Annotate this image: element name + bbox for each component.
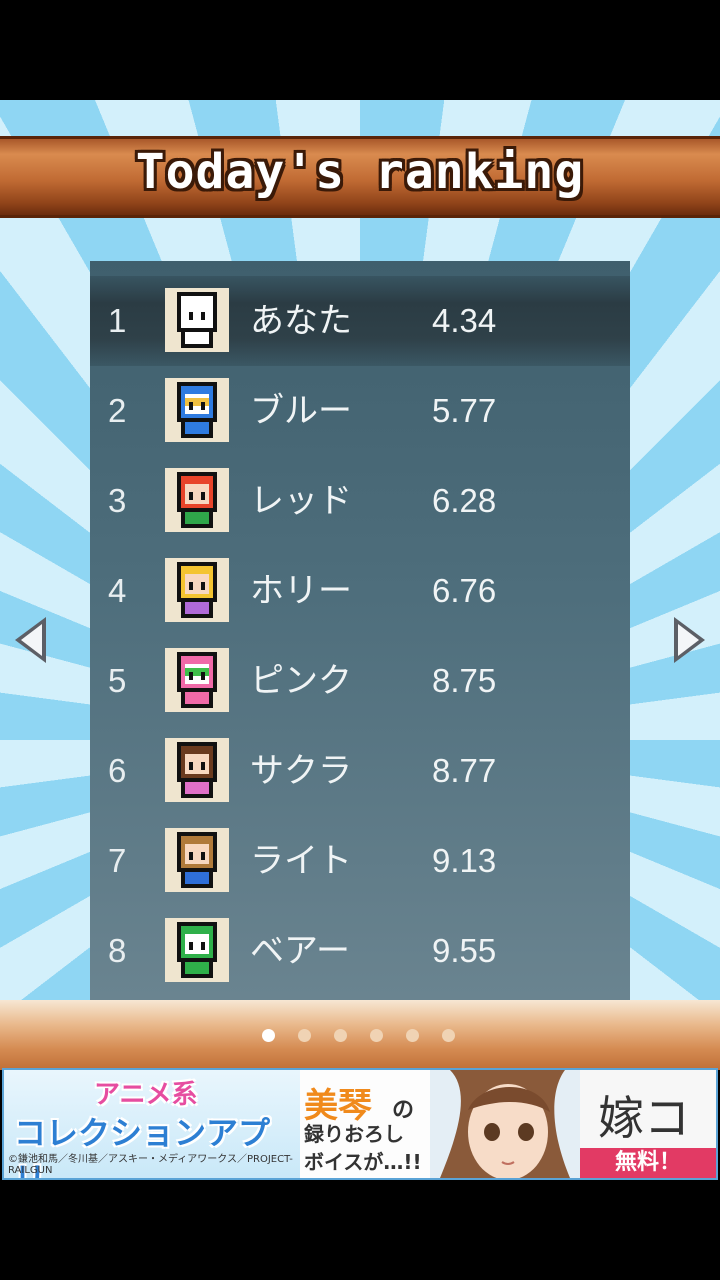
ad-free-badge: 無料！ (580, 1148, 716, 1178)
status-bar-area (0, 0, 720, 100)
page-dot[interactable] (262, 1029, 275, 1042)
ranking-row: 4 ホリー 6.76 (90, 546, 630, 636)
rank-number: 5 (108, 662, 127, 699)
ranking-row: 3 レッド 6.28 (90, 456, 630, 546)
ad-line1: アニメ系 (94, 1080, 198, 1110)
ranking-screen: Today's ranking 1 あなた 4.34 2 ブルー 5.77 3 レッド 6.28… (0, 100, 720, 1070)
player-name: あなた (250, 301, 352, 341)
page-dot[interactable] (370, 1029, 383, 1042)
player-name: サクラ (250, 751, 352, 791)
player-name: ライト (250, 841, 352, 881)
player-time: 6.28 (432, 482, 497, 519)
anime-girl-illustration (430, 1070, 580, 1178)
ranking-row: 6 サクラ 8.77 (90, 726, 630, 816)
next-page-arrow-icon[interactable] (670, 614, 708, 666)
rank-number: 7 (108, 842, 127, 879)
page-title: Today's ranking (135, 144, 585, 200)
ranking-row: 5 ピンク 8.75 (90, 636, 630, 726)
player-name: レッド (250, 481, 352, 521)
ranking-row: 7 ライト 9.13 (90, 816, 630, 906)
rank-number: 3 (108, 482, 127, 519)
page-dot[interactable] (406, 1029, 419, 1042)
player-name: ピンク (250, 661, 352, 701)
ad-middle-section: 美琴 の 録りおろし ボイスが…!! (300, 1070, 430, 1178)
ranking-row: 8 ベアー 9.55 (90, 906, 630, 996)
player-time: 9.13 (432, 842, 497, 879)
ad-line4: ボイスが…!! (304, 1150, 422, 1174)
ad-right-section: 嫁コレ 無料！ (580, 1070, 716, 1178)
brown-hair-boy-icon (165, 828, 229, 892)
player-time: 8.77 (432, 752, 497, 789)
ad-left-section: アニメ系 コレクションアプリ ©鎌池和馬／冬川基／アスキー・メディアワークス／P… (4, 1070, 300, 1178)
white-character-icon (165, 288, 229, 352)
player-time: 5.77 (432, 392, 497, 429)
pink-robot-icon (165, 648, 229, 712)
red-hair-girl-icon (165, 468, 229, 532)
player-time: 8.75 (432, 662, 497, 699)
rank-number: 6 (108, 752, 127, 789)
green-bear-icon (165, 918, 229, 982)
blue-robot-icon (165, 378, 229, 442)
rank-number: 8 (108, 932, 127, 969)
page-dot[interactable] (334, 1029, 347, 1042)
player-name: ベアー (250, 931, 350, 971)
navigation-bar-area (0, 1180, 720, 1280)
ad-line3: 録りおろし (304, 1122, 404, 1146)
wood-floor (0, 1000, 720, 1070)
page-dot[interactable] (442, 1029, 455, 1042)
ranking-row: 2 ブルー 5.77 (90, 366, 630, 456)
rank-number: 4 (108, 572, 127, 609)
player-time: 4.34 (432, 302, 497, 339)
player-name: ホリー (250, 571, 352, 611)
ranking-row: 1 あなた 4.34 (90, 276, 630, 366)
ad-banner[interactable]: アニメ系 コレクションアプリ ©鎌池和馬／冬川基／アスキー・メディアワークス／P… (2, 1068, 718, 1180)
brown-hair-girl-icon (165, 738, 229, 802)
previous-page-arrow-icon[interactable] (12, 614, 50, 666)
player-name: ブルー (250, 391, 352, 431)
rank-number: 2 (108, 392, 127, 429)
page-dot[interactable] (298, 1029, 311, 1042)
player-time: 9.55 (432, 932, 497, 969)
rank-number: 1 (108, 302, 127, 339)
player-time: 6.76 (432, 572, 497, 609)
ad-copyright: ©鎌池和馬／冬川基／アスキー・メディアワークス／PROJECT-RAILGUN (8, 1154, 293, 1176)
ranking-panel: 1 あなた 4.34 2 ブルー 5.77 3 レッド 6.28 4 ホリー 6.76 5 ピンク 8.75… (90, 261, 630, 1001)
blonde-girl-icon (165, 558, 229, 622)
